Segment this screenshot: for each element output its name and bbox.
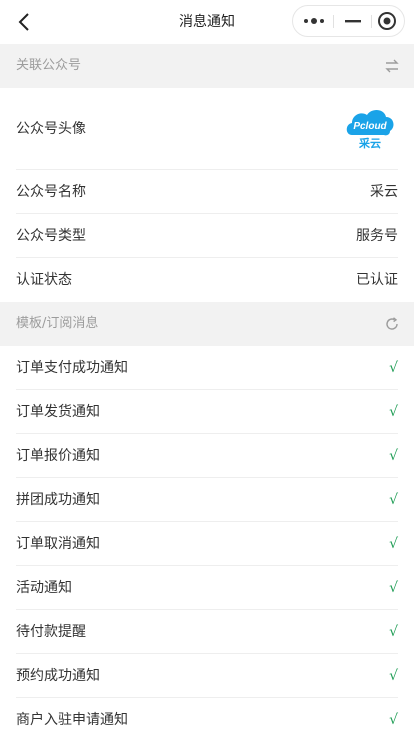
- row-value: 已认证: [356, 272, 398, 288]
- notification-label: 订单取消通知: [16, 536, 100, 552]
- refresh-icon: [386, 317, 398, 330]
- section-title: 关联公众号: [16, 58, 82, 73]
- notification-row[interactable]: 订单发货通知 √: [0, 390, 414, 434]
- section-header-linked-account: 关联公众号: [0, 44, 414, 88]
- row-value: 采云: [370, 184, 398, 200]
- close-button[interactable]: [368, 6, 405, 36]
- row-label: 认证状态: [16, 272, 72, 288]
- switch-arrows-icon: [385, 59, 399, 73]
- notification-label: 待付款提醒: [16, 624, 86, 640]
- check-mark-icon: √: [389, 580, 398, 596]
- check-mark-icon: √: [389, 448, 398, 464]
- minimize-icon: [344, 20, 361, 23]
- notification-row[interactable]: 拼团成功通知 √: [0, 478, 414, 522]
- notification-row[interactable]: 预约成功通知 √: [0, 654, 414, 698]
- check-mark-icon: √: [389, 668, 398, 684]
- pcloud-logo: Pcloud 采云: [346, 109, 394, 150]
- more-button[interactable]: [295, 6, 332, 36]
- notification-label: 拼团成功通知: [16, 492, 100, 508]
- check-mark-icon: √: [389, 624, 398, 640]
- section-header-template-messages: 模板/订阅消息: [0, 302, 414, 346]
- check-mark-icon: √: [389, 492, 398, 508]
- verification-status-row: 认证状态 已认证: [0, 258, 414, 302]
- notification-label: 预约成功通知: [16, 668, 100, 684]
- row-label: 公众号名称: [16, 184, 86, 200]
- account-type-row: 公众号类型 服务号: [0, 214, 414, 258]
- navigation-bar: 消息通知: [0, 0, 414, 44]
- check-mark-icon: √: [389, 360, 398, 376]
- switch-button[interactable]: [384, 58, 400, 74]
- row-value: 服务号: [356, 228, 398, 244]
- account-name-row: 公众号名称 采云: [0, 170, 414, 214]
- notification-row[interactable]: 订单取消通知 √: [0, 522, 414, 566]
- notification-label: 商户入驻申请通知: [16, 712, 128, 728]
- notification-row[interactable]: 商户入驻申请通知 √: [0, 698, 414, 728]
- notification-row[interactable]: 订单报价通知 √: [0, 434, 414, 478]
- more-dots-icon: [303, 18, 324, 24]
- notification-label: 活动通知: [16, 580, 72, 596]
- logo-subtext: 采云: [358, 136, 381, 150]
- refresh-button[interactable]: [384, 316, 400, 332]
- notification-row[interactable]: 活动通知 √: [0, 566, 414, 610]
- check-mark-icon: √: [389, 536, 398, 552]
- notification-row[interactable]: 订单支付成功通知 √: [0, 346, 414, 390]
- logo-text: Pcloud: [353, 121, 387, 132]
- check-mark-icon: √: [389, 712, 398, 728]
- mini-program-capsule: [292, 5, 405, 37]
- row-label: 公众号类型: [16, 228, 86, 244]
- close-target-icon: [377, 12, 396, 30]
- check-mark-icon: √: [389, 404, 398, 420]
- minimize-button[interactable]: [334, 6, 371, 36]
- notification-label: 订单发货通知: [16, 404, 100, 420]
- notification-label: 订单支付成功通知: [16, 360, 128, 376]
- section-title: 模板/订阅消息: [16, 316, 99, 331]
- notification-label: 订单报价通知: [16, 448, 100, 464]
- row-label: 公众号头像: [16, 121, 86, 137]
- notification-row[interactable]: 待付款提醒 √: [0, 610, 414, 654]
